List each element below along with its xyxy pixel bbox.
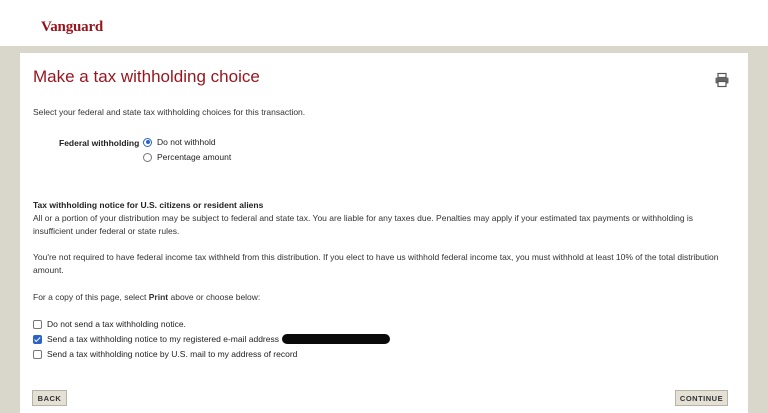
checkbox-label: Do not send a tax withholding notice. — [47, 319, 186, 329]
radio-label: Do not withhold — [157, 137, 216, 147]
radio-button[interactable] — [143, 152, 152, 162]
back-button[interactable]: BACK — [32, 390, 67, 406]
radio-percentage-amount[interactable]: Percentage amount — [143, 152, 231, 162]
print-instruction: For a copy of this page, select Print ab… — [33, 291, 733, 304]
top-bar: Vanguard — [0, 0, 768, 46]
notice-paragraph-2: You're not required to have federal inco… — [33, 252, 719, 275]
main-panel: Make a tax withholding choice Select you… — [20, 53, 748, 413]
radio-button[interactable] — [143, 137, 152, 147]
radio-label: Percentage amount — [157, 152, 232, 162]
notice-paragraph-1: All or a portion of your distribution ma… — [33, 213, 694, 236]
checkbox-label: Send a tax withholding notice by U.S. ma… — [47, 349, 298, 359]
print-instruction-suffix: above or choose below: — [168, 292, 261, 302]
checkbox-label: Send a tax withholding notice to my regi… — [47, 334, 279, 344]
federal-withholding-label: Federal withholding — [59, 138, 140, 148]
vanguard-logo[interactable]: Vanguard — [41, 19, 103, 36]
printer-icon[interactable] — [714, 72, 730, 88]
print-instruction-bold: Print — [148, 292, 169, 302]
checkbox[interactable] — [33, 349, 42, 359]
checkbox[interactable] — [33, 319, 42, 329]
checkbox-row-email-notice[interactable]: Send a tax withholding notice to my regi… — [33, 334, 279, 344]
intro-text: Select your federal and state tax withho… — [33, 107, 306, 117]
checkbox[interactable] — [33, 334, 42, 344]
radio-do-not-withhold[interactable]: Do not withhold — [143, 137, 216, 147]
page-title: Make a tax withholding choice — [33, 67, 260, 86]
checkbox-row-no-notice[interactable]: Do not send a tax withholding notice. — [33, 319, 186, 329]
email-redaction — [282, 334, 390, 344]
checkbox-row-mail-notice[interactable]: Send a tax withholding notice by U.S. ma… — [33, 349, 297, 359]
print-instruction-prefix: For a copy of this page, select — [33, 292, 149, 302]
notice-heading: Tax withholding notice for U.S. citizens… — [33, 200, 264, 210]
continue-button[interactable]: CONTINUE — [675, 390, 728, 406]
